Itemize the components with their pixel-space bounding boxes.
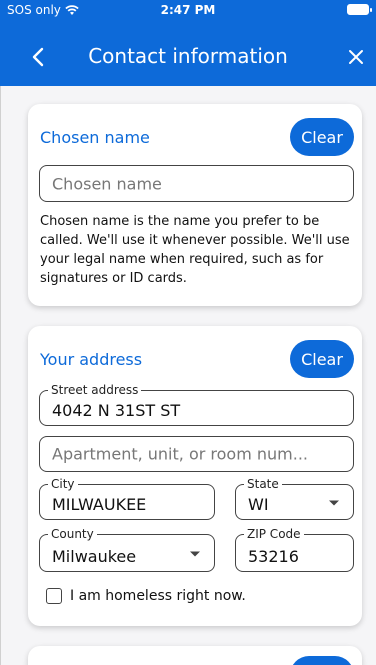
state-value: WI xyxy=(248,495,269,514)
app-header: SOS only 2:47 PM Contact information xyxy=(0,0,376,86)
homeless-checkbox-row[interactable]: I am homeless right now. xyxy=(46,588,246,604)
city-value: MILWAUKEE xyxy=(52,495,147,514)
apartment-placeholder: Apartment, unit, or room num... xyxy=(52,444,308,464)
address-card: Your address Clear Street address 4042 N… xyxy=(28,326,362,626)
chosen-name-card: Chosen name Clear Chosen name Chosen nam… xyxy=(28,104,362,306)
homeless-label: I am homeless right now. xyxy=(70,588,246,604)
chevron-down-icon xyxy=(190,551,200,557)
next-card-button[interactable] xyxy=(290,656,354,665)
city-label: City xyxy=(48,477,78,491)
close-button[interactable] xyxy=(342,43,370,71)
page-title: Contact information xyxy=(88,44,288,68)
chosen-name-clear-button[interactable]: Clear xyxy=(290,118,354,156)
county-value: Milwaukee xyxy=(52,547,137,566)
state-select[interactable]: State WI xyxy=(235,477,354,520)
street-address-label: Street address xyxy=(48,383,142,397)
zip-code-field[interactable]: ZIP Code 53216 xyxy=(235,527,354,572)
address-clear-button[interactable]: Clear xyxy=(290,340,354,378)
address-title: Your address xyxy=(40,350,143,369)
status-bar: SOS only 2:47 PM xyxy=(0,0,376,20)
apartment-field[interactable]: Apartment, unit, or room num... xyxy=(39,436,354,472)
next-card xyxy=(28,646,362,665)
chosen-name-input[interactable]: Chosen name xyxy=(39,165,354,202)
street-address-value: 4042 N 31ST ST xyxy=(52,401,181,420)
homeless-checkbox[interactable] xyxy=(46,588,62,604)
chevron-down-icon xyxy=(329,500,339,506)
state-label: State xyxy=(244,477,282,491)
chosen-name-title: Chosen name xyxy=(40,128,150,147)
close-icon xyxy=(349,50,363,64)
chosen-name-help: Chosen name is the name you prefer to be… xyxy=(40,214,350,286)
county-select[interactable]: County Milwaukee xyxy=(39,527,215,572)
city-field[interactable]: City MILWAUKEE xyxy=(39,477,215,520)
chosen-name-placeholder: Chosen name xyxy=(52,174,162,193)
street-address-field[interactable]: Street address 4042 N 31ST ST xyxy=(39,383,354,426)
county-label: County xyxy=(48,527,97,541)
battery-icon xyxy=(347,4,372,15)
zip-code-value: 53216 xyxy=(248,547,299,566)
zip-code-label: ZIP Code xyxy=(244,527,304,541)
status-time: 2:47 PM xyxy=(160,3,216,17)
